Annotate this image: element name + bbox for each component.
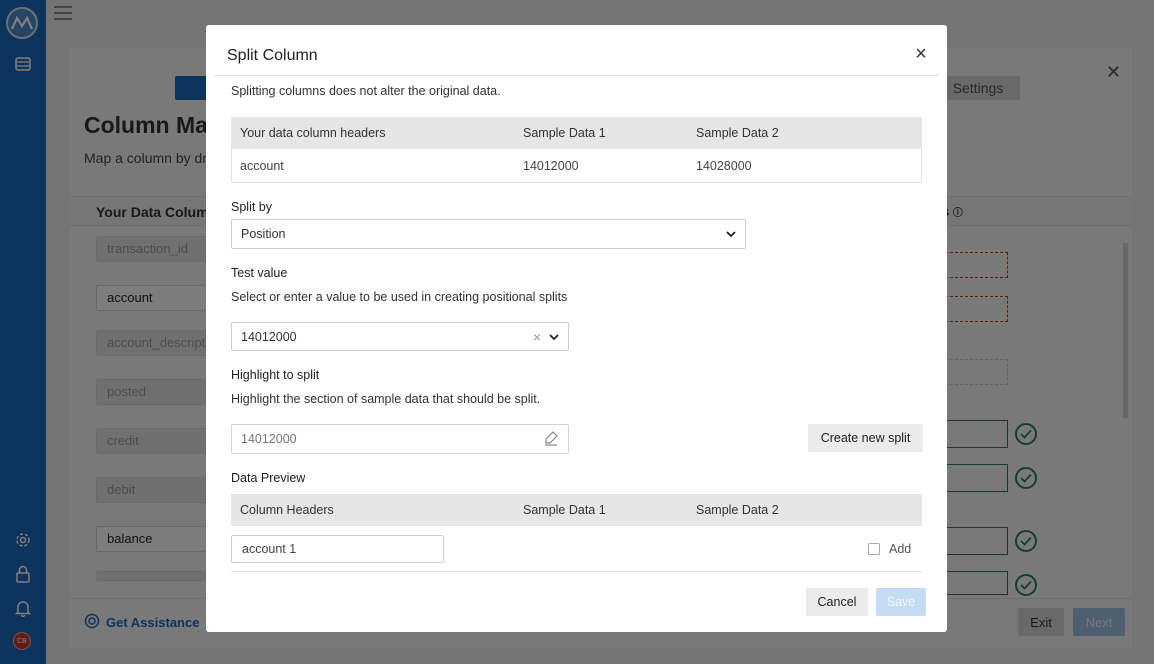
table-cell: 14028000: [696, 158, 752, 173]
highlight-helper: Highlight the section of sample data tha…: [231, 392, 541, 406]
close-icon[interactable]: ×: [912, 43, 930, 65]
column-header: Sample Data 2: [696, 126, 779, 140]
add-label: Add: [889, 542, 912, 556]
table-row: account 14012000 14028000: [231, 149, 922, 183]
split-by-select[interactable]: Position: [231, 219, 746, 249]
table-cell: account: [240, 158, 284, 173]
highlight-label: Highlight to split: [231, 368, 320, 382]
highlighter-icon: [543, 430, 559, 449]
add-checkbox[interactable]: Add: [868, 542, 911, 556]
preview-row: account 1 Add: [231, 526, 922, 572]
test-value-combobox[interactable]: 14012000 ×: [231, 322, 569, 351]
test-value-value: 14012000: [241, 329, 297, 344]
test-value-label: Test value: [231, 266, 288, 280]
preview-table-header: Column Headers Sample Data 1 Sample Data…: [231, 494, 922, 526]
highlight-value[interactable]: 14012000: [241, 432, 297, 446]
dialog-title: Split Column: [227, 47, 318, 64]
dialog-note: Splitting columns does not alter the ori…: [231, 84, 501, 98]
checkbox[interactable]: [868, 543, 880, 555]
highlight-input[interactable]: 14012000: [231, 424, 569, 454]
divider: [214, 75, 939, 76]
source-table: Your data column headers Sample Data 1 S…: [231, 117, 922, 183]
column-header: Sample Data 1: [523, 503, 606, 517]
table-header: Your data column headers Sample Data 1 S…: [231, 117, 922, 149]
column-header: Column Headers: [240, 503, 334, 517]
save-button[interactable]: Save: [876, 588, 926, 616]
create-new-split-button[interactable]: Create new split: [808, 424, 923, 452]
column-header: Your data column headers: [240, 126, 386, 140]
column-header-input[interactable]: account 1: [231, 535, 444, 563]
split-column-dialog: Split Column × Splitting columns does no…: [206, 25, 947, 632]
chevron-down-icon[interactable]: [549, 330, 559, 344]
cancel-button[interactable]: Cancel: [806, 588, 868, 616]
test-value-helper: Select or enter a value to be used in cr…: [231, 290, 568, 304]
chevron-down-icon: [726, 227, 736, 241]
column-header: Sample Data 1: [523, 126, 606, 140]
table-cell: 14012000: [523, 158, 579, 173]
column-header: Sample Data 2: [696, 503, 779, 517]
split-by-label: Split by: [231, 200, 272, 214]
table-header: Column Headers Sample Data 1 Sample Data…: [231, 494, 922, 526]
data-preview-label: Data Preview: [231, 471, 306, 485]
clear-icon[interactable]: ×: [533, 329, 541, 345]
split-by-value: Position: [241, 227, 286, 241]
